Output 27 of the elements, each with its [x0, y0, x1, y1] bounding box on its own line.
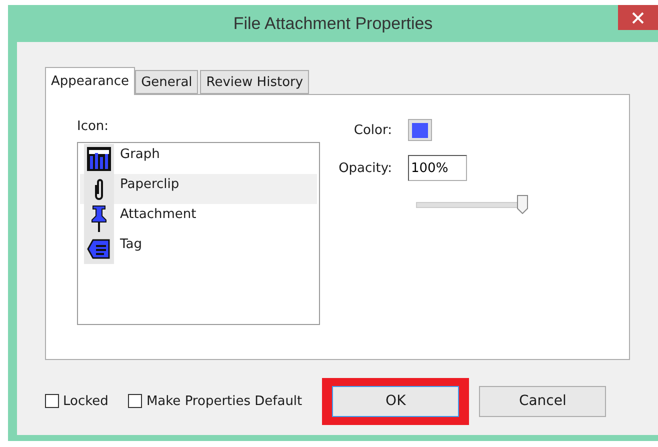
- opacity-slider[interactable]: [416, 195, 528, 215]
- dialog-button[interactable]: OK: [332, 386, 460, 416]
- checkbox[interactable]: [45, 394, 59, 408]
- tab[interactable]: Review History: [200, 70, 310, 94]
- window-title: File Attachment Properties: [232, 13, 434, 35]
- checkbox[interactable]: [128, 394, 142, 408]
- bar-chart-icon: [87, 147, 111, 171]
- tag-icon: [87, 239, 111, 259]
- pushpin-icon: [91, 205, 107, 233]
- color-label: Color:: [352, 122, 392, 138]
- close-button[interactable]: [618, 5, 658, 30]
- tab[interactable]: Appearance: [45, 67, 136, 95]
- list-item[interactable]: Attachment: [80, 204, 317, 234]
- checkbox-label: Make Properties Default: [146, 394, 302, 408]
- close-icon: [632, 12, 644, 24]
- list-item[interactable]: Graph: [80, 144, 317, 174]
- opacity-field[interactable]: 100%: [408, 155, 467, 181]
- slider-thumb[interactable]: [517, 195, 528, 214]
- dialog-button[interactable]: Cancel: [479, 386, 606, 416]
- tab[interactable]: General: [135, 70, 198, 94]
- color-picker[interactable]: [408, 119, 432, 141]
- opacity-label: Opacity:: [338, 160, 392, 176]
- list-item[interactable]: Tag: [80, 234, 317, 264]
- icon-label: Icon:: [77, 119, 110, 134]
- list-item[interactable]: Paperclip: [80, 174, 317, 204]
- paperclip-icon: [93, 177, 105, 201]
- checkbox-label: Locked: [63, 394, 108, 408]
